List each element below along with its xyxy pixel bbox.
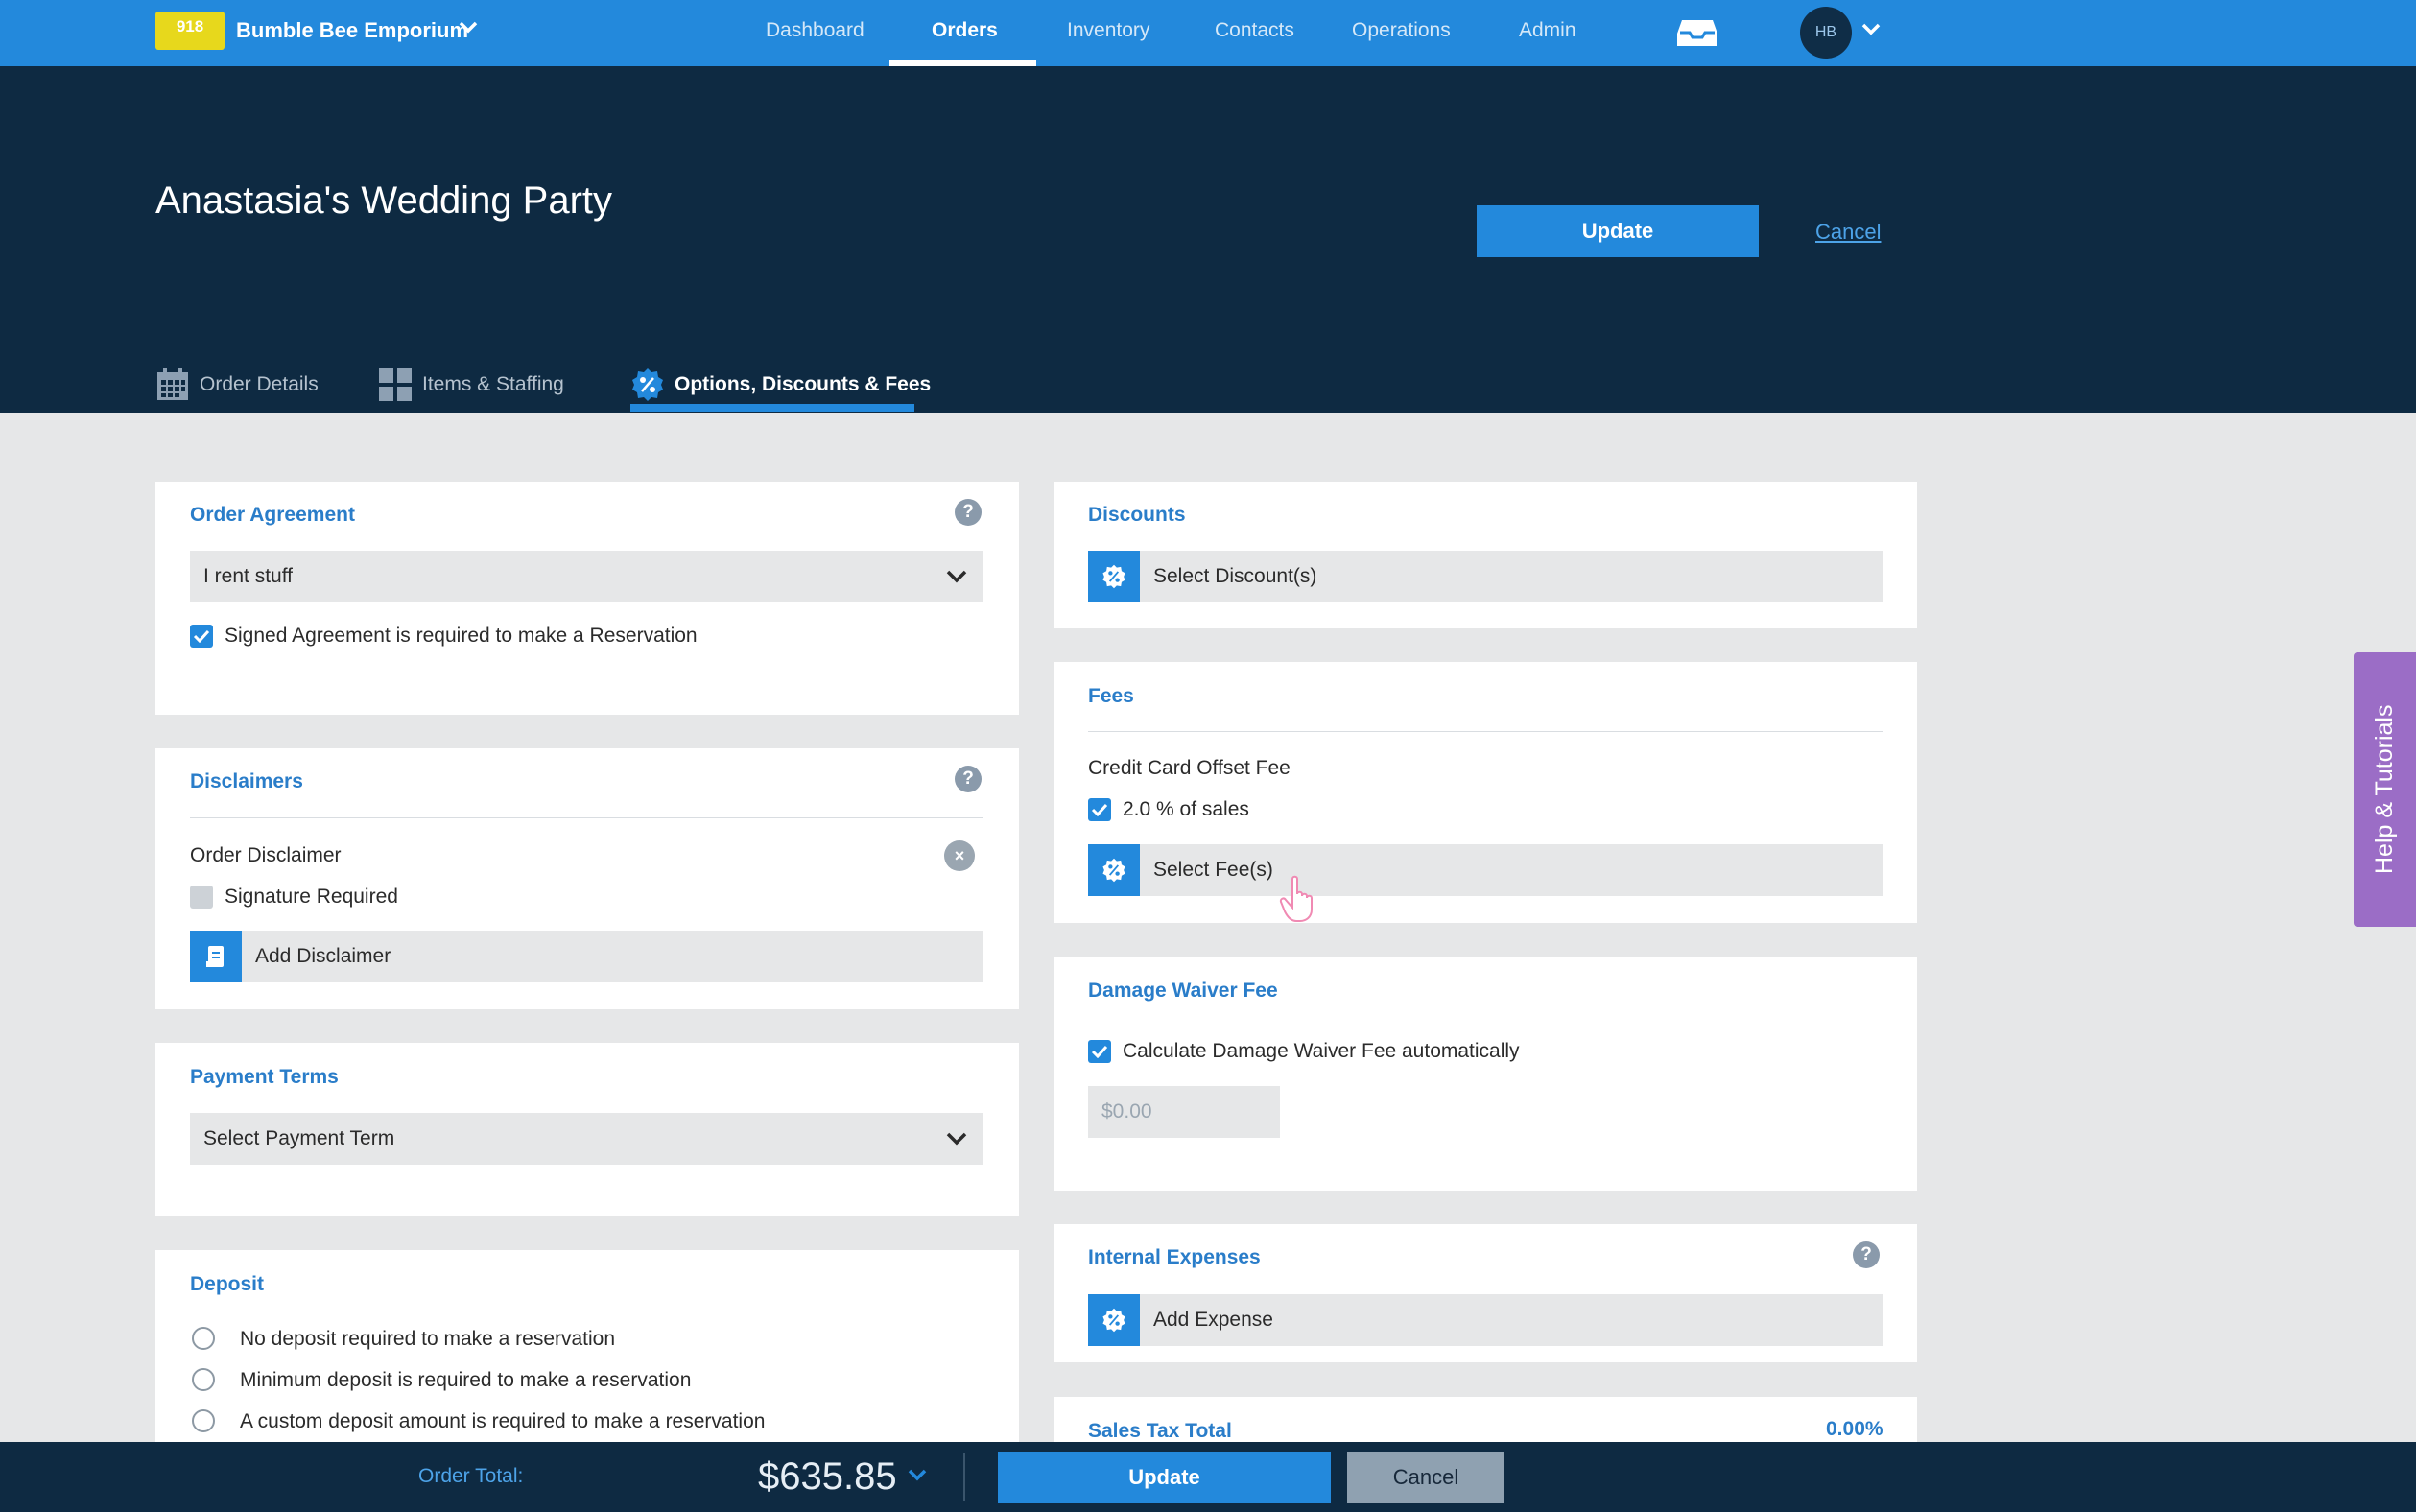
add-expense-button[interactable]: Add Expense	[1088, 1294, 1883, 1346]
deposit-radio-custom[interactable]	[192, 1409, 215, 1432]
fee-option-label: 2.0 % of sales	[1123, 798, 1249, 820]
store-name[interactable]: Bumble Bee Emporium	[236, 18, 468, 43]
signature-required-label: Signature Required	[225, 886, 398, 908]
chevron-down-icon[interactable]	[1861, 23, 1881, 41]
deposit-card: Deposit No deposit required to make a re…	[155, 1250, 1019, 1442]
page-header: Anastasia's Wedding Party Update Cancel …	[0, 66, 2416, 413]
order-total-value[interactable]: $635.85	[758, 1455, 897, 1499]
damage-waiver-auto-checkbox[interactable]	[1088, 1040, 1111, 1063]
select-discounts-button[interactable]: Select Discount(s)	[1088, 551, 1883, 602]
tab-items-staffing[interactable]: Items & Staffing	[378, 356, 564, 413]
selected-value: I rent stuff	[203, 565, 293, 587]
help-icon[interactable]: ?	[1853, 1241, 1880, 1268]
internal-expenses-card: Internal Expenses ? Add Expense	[1054, 1224, 1917, 1362]
nav-item-contacts[interactable]: Contacts	[1215, 19, 1294, 42]
deposit-option-label: Minimum deposit is required to make a re…	[240, 1369, 692, 1391]
card-title: Internal Expenses	[1088, 1246, 1261, 1268]
payment-term-select[interactable]: Select Payment Term	[190, 1113, 983, 1165]
help-tutorials-tab[interactable]: Help & Tutorials	[2354, 652, 2416, 927]
update-button[interactable]: Update	[998, 1452, 1331, 1503]
nav-item-operations[interactable]: Operations	[1352, 19, 1451, 42]
signed-agreement-label: Signed Agreement is required to make a R…	[225, 625, 698, 647]
add-expense-label: Add Expense	[1153, 1309, 1273, 1331]
card-title: Fees	[1088, 685, 1134, 707]
tab-active-indicator	[630, 404, 914, 412]
nav-item-admin[interactable]: Admin	[1519, 19, 1576, 42]
help-icon[interactable]: ?	[955, 766, 982, 792]
fee-name: Credit Card Offset Fee	[1088, 757, 1291, 779]
deposit-option-label: No deposit required to make a reservatio…	[240, 1328, 616, 1350]
chevron-down-icon	[946, 1129, 967, 1152]
discounts-card: Discounts Select Discount(s)	[1054, 482, 1917, 628]
deposit-option-label: A custom deposit amount is required to m…	[240, 1410, 766, 1432]
divider	[1088, 731, 1883, 732]
chevron-down-icon[interactable]	[459, 21, 478, 39]
card-title: Damage Waiver Fee	[1088, 980, 1278, 1002]
signed-agreement-checkbox[interactable]	[190, 625, 213, 648]
document-icon	[190, 931, 242, 982]
checkmark-icon	[1091, 1045, 1108, 1058]
card-title: Deposit	[190, 1273, 265, 1295]
deposit-radio-minimum[interactable]	[192, 1368, 215, 1391]
card-title: Discounts	[1088, 504, 1186, 526]
store-badge[interactable]: 918	[155, 12, 225, 50]
order-agreement-select[interactable]: I rent stuff	[190, 551, 983, 602]
grid-icon	[378, 367, 413, 402]
discount-badge-icon	[1088, 1294, 1140, 1346]
add-disclaimer-label: Add Disclaimer	[255, 945, 391, 967]
nav-item-dashboard[interactable]: Dashboard	[766, 19, 865, 42]
order-agreement-card: Order Agreement ? I rent stuff Signed Ag…	[155, 482, 1019, 715]
help-icon[interactable]: ?	[955, 499, 982, 526]
select-fees-button[interactable]: Select Fee(s)	[1088, 844, 1883, 896]
divider	[963, 1453, 965, 1501]
fee-option-checkbox[interactable]	[1088, 798, 1111, 821]
top-navigation-bar: 918 Bumble Bee Emporium Dashboard Orders…	[0, 0, 2416, 66]
calendar-icon	[155, 367, 190, 402]
nav-item-orders[interactable]: Orders	[932, 19, 998, 42]
discount-badge-icon	[1088, 551, 1140, 602]
card-title: Payment Terms	[190, 1066, 339, 1088]
nav-item-inventory[interactable]: Inventory	[1067, 19, 1149, 42]
fees-card: Fees Credit Card Offset Fee 2.0 % of sal…	[1054, 662, 1917, 923]
select-fees-label: Select Fee(s)	[1153, 859, 1273, 881]
sales-tax-value: 0.00%	[1826, 1418, 1883, 1440]
page-title: Anastasia's Wedding Party	[155, 179, 613, 222]
disclaimers-card: Disclaimers ? Order Disclaimer × Signatu…	[155, 748, 1019, 1009]
avatar[interactable]: HB	[1800, 7, 1852, 59]
discount-badge-icon	[1088, 844, 1140, 896]
tab-order-details[interactable]: Order Details	[155, 356, 319, 413]
discount-badge-icon	[630, 367, 665, 402]
damage-waiver-amount-input[interactable]: $0.00	[1088, 1086, 1280, 1138]
inbox-icon[interactable]	[1676, 16, 1718, 54]
checkmark-icon	[1091, 803, 1108, 816]
chevron-down-icon[interactable]	[908, 1469, 927, 1487]
checkmark-icon	[193, 629, 210, 643]
tab-label: Items & Staffing	[422, 373, 564, 395]
select-discounts-label: Select Discount(s)	[1153, 565, 1317, 587]
card-title: Disclaimers	[190, 770, 303, 792]
help-tutorials-label: Help & Tutorials	[2371, 704, 2398, 874]
tab-label: Options, Discounts & Fees	[675, 373, 932, 395]
remove-disclaimer-icon[interactable]: ×	[944, 840, 975, 871]
tab-label: Order Details	[200, 373, 319, 395]
card-title: Order Agreement	[190, 504, 355, 526]
bottom-action-bar: Order Total: $635.85 Update Cancel	[0, 1442, 2416, 1512]
sales-tax-card: Sales Tax Total 0.00%	[1054, 1397, 1917, 1442]
update-button[interactable]: Update	[1477, 205, 1759, 257]
deposit-radio-none[interactable]	[192, 1327, 215, 1350]
hand-pointer-icon	[1279, 875, 1321, 930]
signature-required-checkbox[interactable]	[190, 886, 213, 909]
cancel-link[interactable]: Cancel	[1815, 220, 1881, 245]
add-disclaimer-button[interactable]: Add Disclaimer	[190, 931, 983, 982]
damage-waiver-card: Damage Waiver Fee Calculate Damage Waive…	[1054, 957, 1917, 1191]
payment-terms-card: Payment Terms Select Payment Term	[155, 1043, 1019, 1216]
disclaimer-name: Order Disclaimer	[190, 844, 342, 866]
cancel-button[interactable]: Cancel	[1347, 1452, 1504, 1503]
divider	[190, 817, 983, 818]
card-title: Sales Tax Total	[1088, 1420, 1232, 1442]
damage-waiver-auto-label: Calculate Damage Waiver Fee automaticall…	[1123, 1040, 1520, 1062]
chevron-down-icon	[946, 567, 967, 590]
order-total-label: Order Total:	[418, 1465, 524, 1487]
selected-value: Select Payment Term	[203, 1127, 395, 1149]
